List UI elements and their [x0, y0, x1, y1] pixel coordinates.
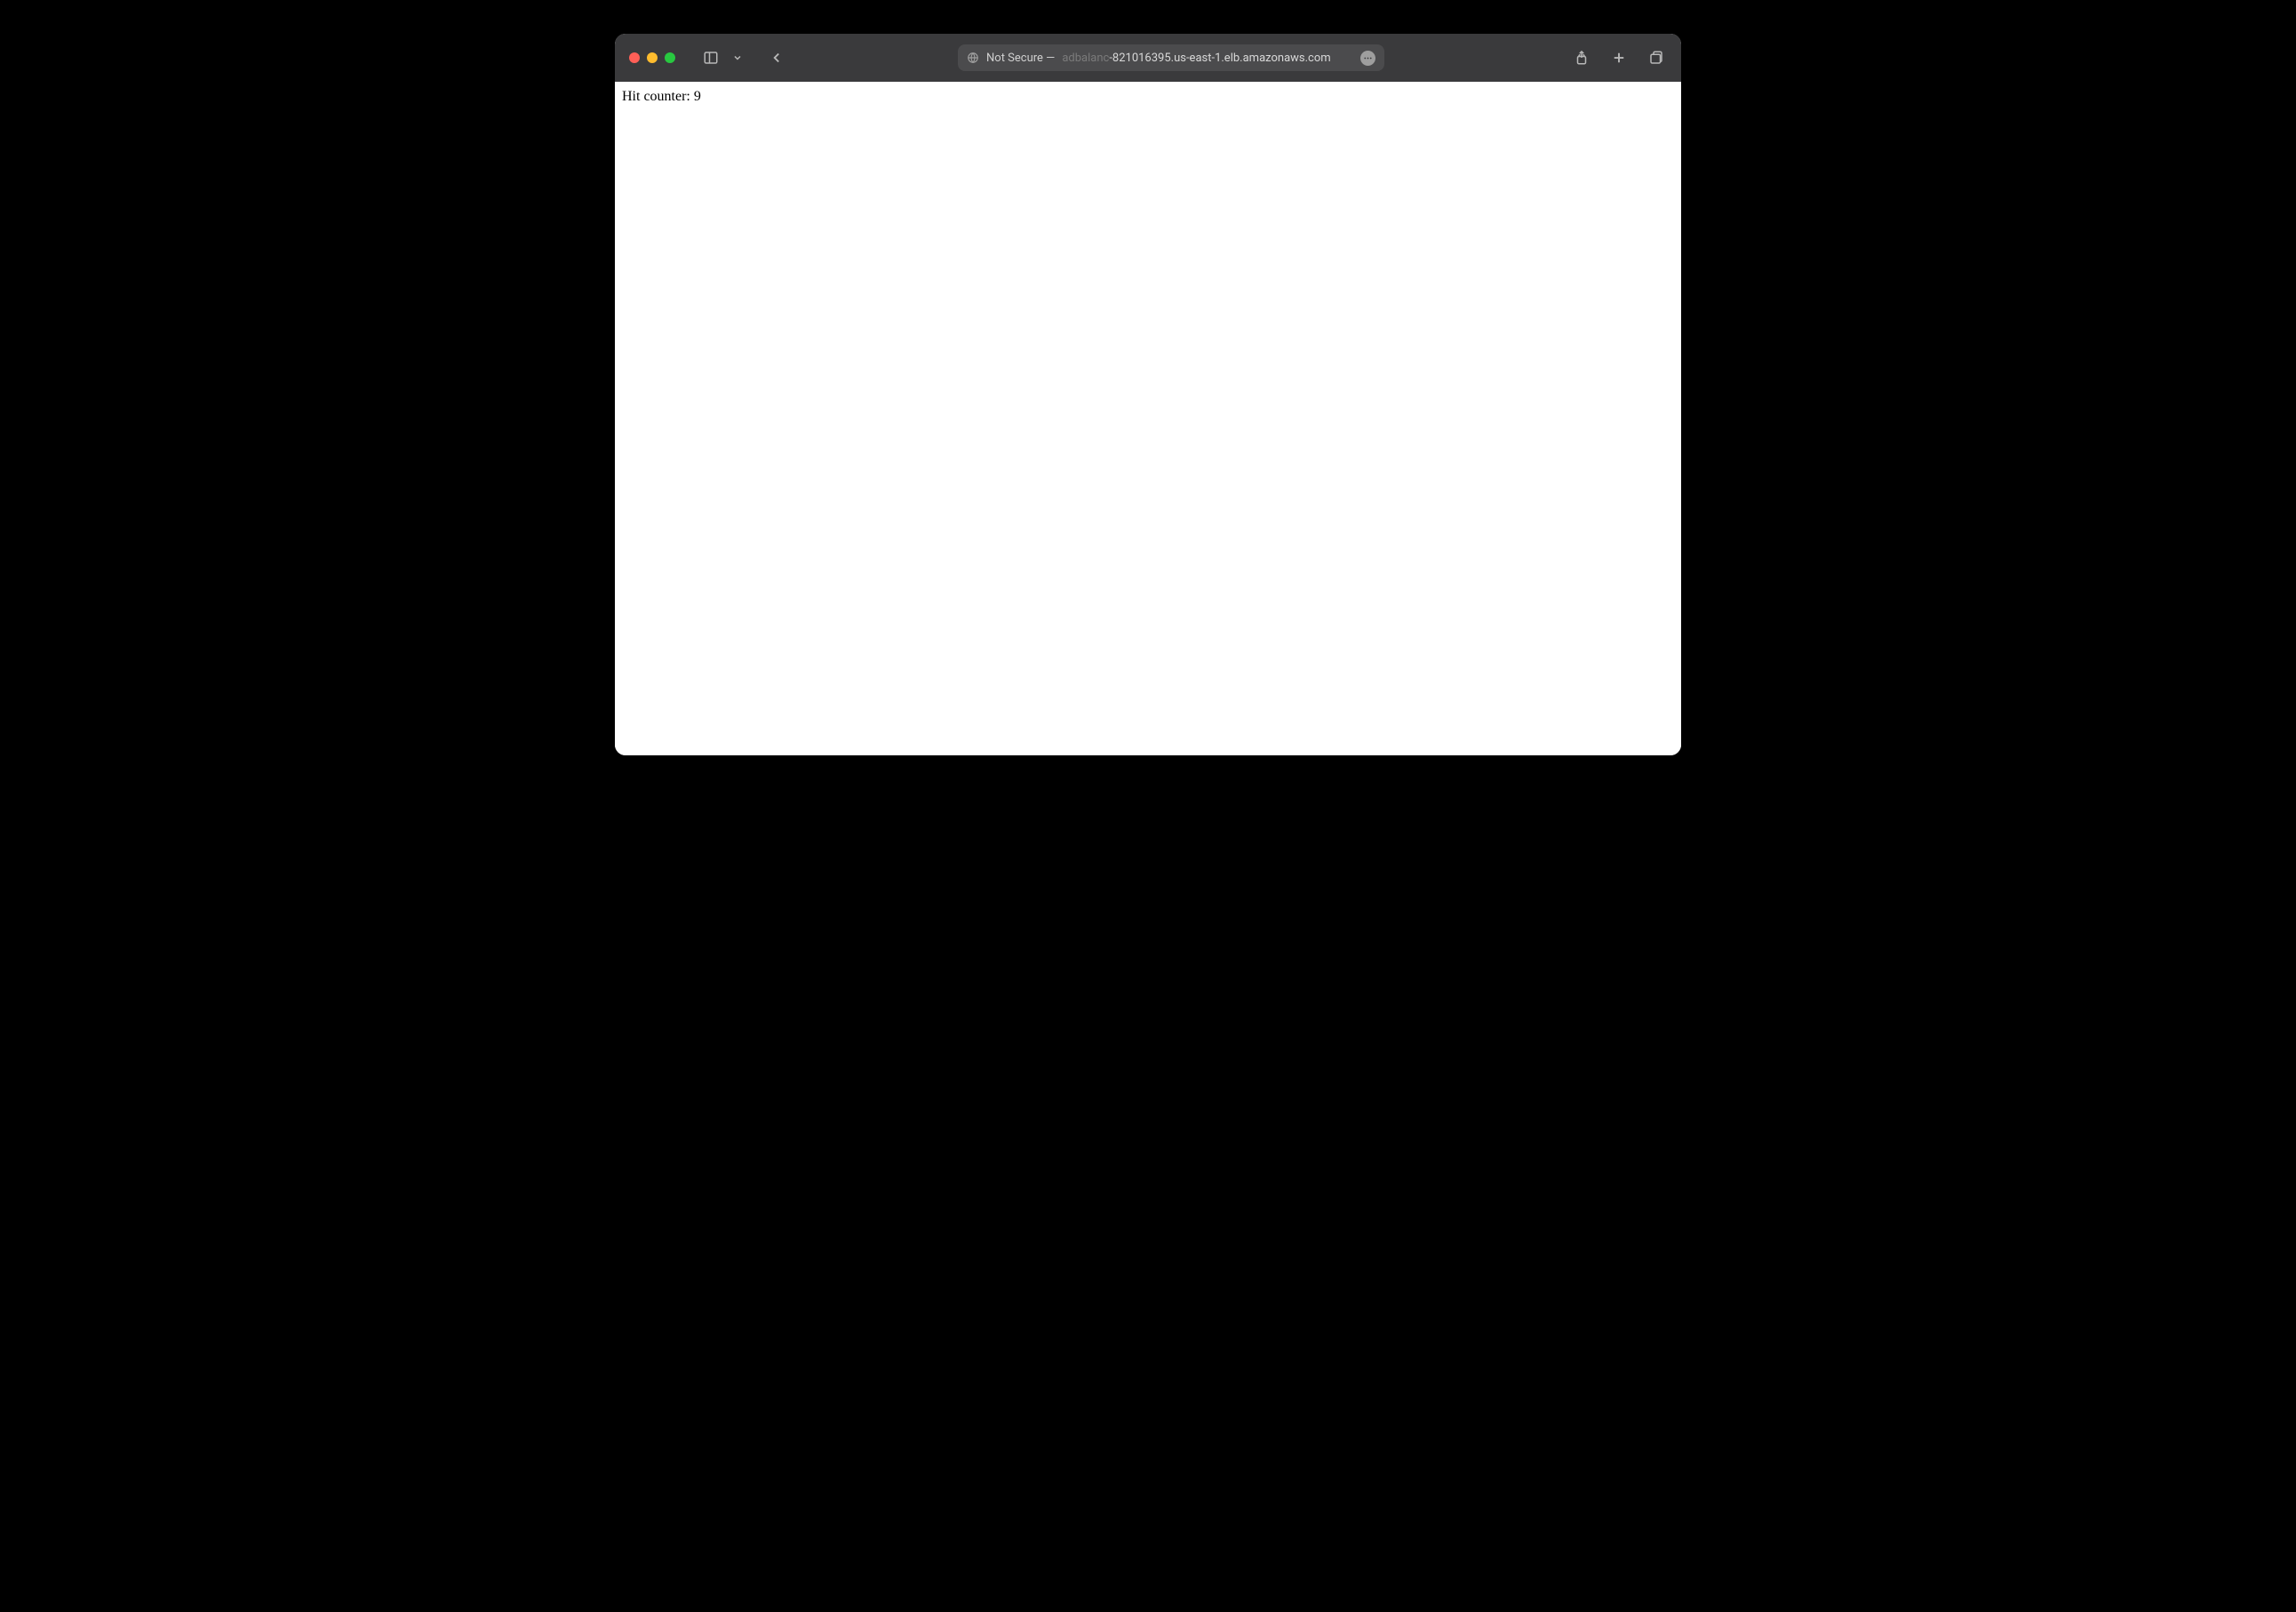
hit-counter-value: 9 — [694, 89, 701, 104]
tab-overview-button[interactable] — [1646, 47, 1667, 68]
security-status-label: Not Secure — — [986, 52, 1055, 65]
address-bar-container: Not Secure — adbalanc-821016395.us-east-… — [796, 44, 1546, 71]
maximize-window-button[interactable] — [665, 52, 675, 63]
window-controls — [629, 52, 675, 63]
close-window-button[interactable] — [629, 52, 640, 63]
hit-counter-label: Hit counter: — [622, 89, 694, 104]
browser-window: Not Secure — adbalanc-821016395.us-east-… — [615, 34, 1681, 755]
sidebar-toggle-button[interactable] — [700, 47, 721, 68]
url-host-visible: -821016395.us-east-1.elb.amazonaws.com — [1109, 52, 1330, 65]
tab-groups-dropdown[interactable] — [727, 47, 748, 68]
toolbar-right-group — [1571, 47, 1667, 68]
hit-counter-text: Hit counter: 9 — [622, 89, 1674, 105]
back-button[interactable] — [766, 47, 787, 68]
address-bar[interactable]: Not Secure — adbalanc-821016395.us-east-… — [958, 44, 1384, 71]
toolbar-left-group — [700, 47, 787, 68]
page-content: Hit counter: 9 — [615, 82, 1681, 755]
url-host-prefix: adbalanc — [1062, 52, 1109, 65]
browser-toolbar: Not Secure — adbalanc-821016395.us-east-… — [615, 34, 1681, 82]
globe-icon — [967, 52, 979, 64]
page-settings-button[interactable] — [1360, 51, 1375, 66]
url-text: adbalanc-821016395.us-east-1.elb.amazona… — [1062, 52, 1330, 65]
share-button[interactable] — [1571, 47, 1592, 68]
minimize-window-button[interactable] — [647, 52, 658, 63]
new-tab-button[interactable] — [1608, 47, 1630, 68]
